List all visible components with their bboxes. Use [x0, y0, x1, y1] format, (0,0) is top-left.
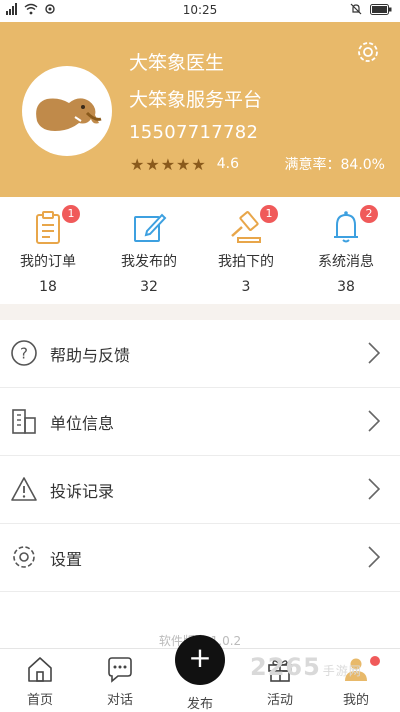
user-name: 大笨象医生 [129, 52, 225, 74]
menu-label: 单位信息 [50, 414, 115, 433]
stat-label: 系统消息 [318, 254, 374, 270]
avatar[interactable] [22, 66, 112, 156]
purchased-badge: 1 [260, 205, 278, 223]
stat-count: 18 [39, 279, 57, 295]
tab-label: 我的 [342, 693, 369, 708]
clock: 10:25 [182, 3, 218, 17]
publish-plus-button[interactable]: + [175, 635, 225, 685]
chevron-right-icon [368, 410, 380, 432]
stat-my-published[interactable]: 我发布的 32 [104, 209, 194, 295]
chevron-right-icon [368, 546, 380, 568]
battery-icon [370, 3, 392, 15]
rating-row: ★★★★★ 4.6 满意率：84.0% [130, 154, 385, 174]
stat-count: 3 [241, 279, 251, 295]
menu-item-complaints[interactable]: 投诉记录 [0, 456, 400, 524]
watermark: 2265 手游网 [250, 653, 362, 681]
building-icon [12, 409, 36, 434]
menu-list: ? 帮助与反馈 单位信息 投诉记录 设置 [0, 320, 400, 592]
messages-badge: 2 [360, 205, 378, 223]
clipboard-icon [36, 211, 60, 244]
organization-name: 大笨象服务平台 [129, 89, 263, 111]
stat-count: 32 [140, 279, 158, 295]
stats-row: 1 我的订单 18 我发布的 32 1 我拍下的 3 2 系统消息 38 [0, 197, 400, 304]
stat-count: 38 [337, 279, 355, 295]
home-icon [28, 657, 52, 682]
watermark-suffix: 手游网 [322, 664, 362, 678]
mine-notification-dot [370, 656, 380, 666]
menu-item-unit-info[interactable]: 单位信息 [0, 388, 400, 456]
section-separator [0, 304, 400, 320]
star-rating: ★★★★★ [130, 154, 207, 174]
menu-label: 投诉记录 [50, 482, 115, 501]
menu-item-help-feedback[interactable]: ? 帮助与反馈 [0, 320, 400, 388]
watermark-text: 2265 [250, 653, 321, 681]
orders-badge: 1 [62, 205, 80, 223]
mute-icon [350, 3, 362, 15]
settings-gear-icon[interactable] [354, 38, 382, 66]
stat-my-orders[interactable]: 1 我的订单 18 [3, 205, 93, 295]
chat-bubble-icon [108, 657, 132, 683]
menu-label: 帮助与反馈 [50, 346, 131, 365]
svg-text:?: ? [20, 345, 28, 363]
stat-label: 我发布的 [121, 254, 177, 270]
status-bar: 10:25 [0, 0, 400, 22]
stat-system-messages[interactable]: 2 系统消息 38 [301, 205, 391, 295]
chevron-right-icon [368, 342, 380, 364]
stat-my-purchased[interactable]: 1 我拍下的 3 [201, 205, 291, 295]
plus-icon: + [188, 641, 212, 674]
menu-label: 设置 [50, 550, 83, 569]
bell-icon [334, 211, 358, 243]
question-icon: ? [11, 340, 37, 366]
tab-label: 活动 [266, 693, 293, 708]
warning-icon [11, 477, 37, 501]
phone-number: 15507717782 [129, 122, 259, 143]
profile-header: 大笨象医生 大笨象服务平台 15507717782 ★★★★★ 4.6 满意率：… [0, 22, 400, 197]
rating-value: 4.6 [216, 156, 239, 172]
edit-icon [134, 213, 167, 242]
gear-icon [13, 546, 35, 568]
status-right [350, 3, 392, 15]
stat-label: 我的订单 [20, 254, 76, 270]
satisfaction-rate: 满意率：84.0% [284, 157, 385, 173]
auction-gavel-icon [231, 211, 261, 243]
stat-label: 我拍下的 [218, 254, 274, 270]
chevron-right-icon [368, 478, 380, 500]
elephant-logo-icon [36, 98, 102, 131]
menu-item-settings[interactable]: 设置 [0, 524, 400, 592]
